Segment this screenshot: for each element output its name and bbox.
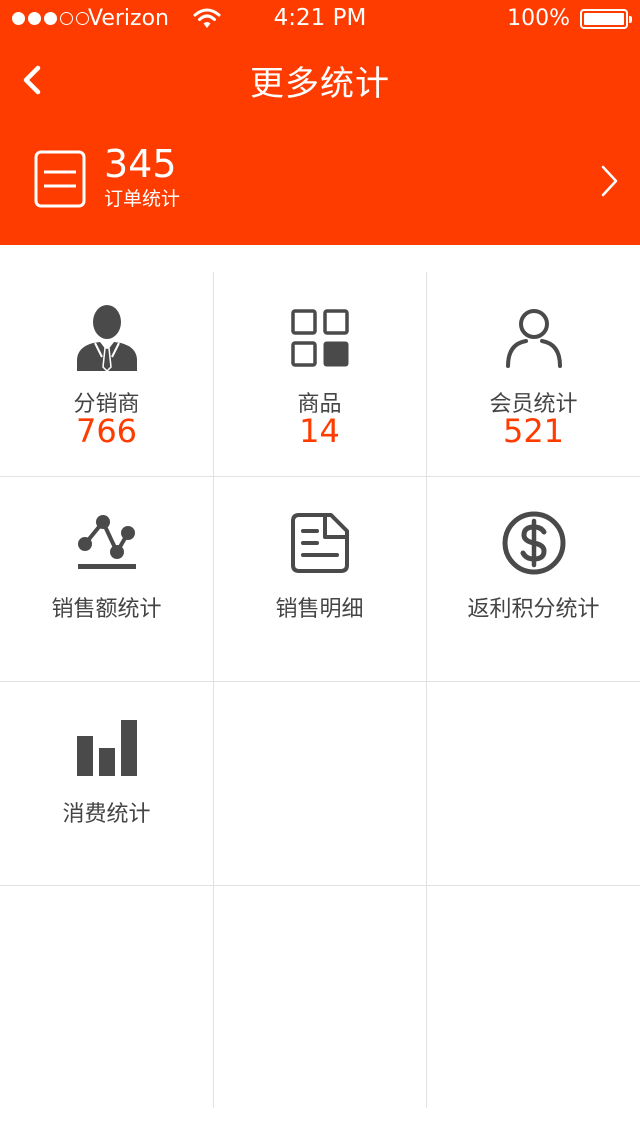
order-label: 订单统计 <box>104 188 181 210</box>
clipboard-icon <box>34 148 88 212</box>
grid-item-count: 766 <box>75 412 138 450</box>
products-grid-icon <box>213 304 426 372</box>
grid-item-members[interactable]: 会员统计 521 <box>427 272 640 476</box>
sales-detail-icon <box>213 509 426 577</box>
header: Verizon 4:21 PM 100% 更多统计 345 订单统计 <box>0 0 640 245</box>
chevron-right-icon <box>600 164 620 202</box>
grid-item-label: 返利积分统计 <box>467 597 600 622</box>
grid-item-count: 521 <box>502 412 565 450</box>
page-title: 更多统计 <box>250 64 390 104</box>
member-icon <box>427 304 640 372</box>
battery-percentage: 100% <box>507 6 570 31</box>
grid-item-consumption[interactable]: 消费统计 <box>0 682 213 886</box>
grid-item-count: 14 <box>299 412 340 450</box>
grid-item-label: 销售额统计 <box>51 597 162 622</box>
grid-item-rebate-points[interactable]: 返利积分统计 <box>427 477 640 681</box>
distributor-icon <box>0 304 213 372</box>
dollar-coin-icon <box>427 509 640 577</box>
bar-chart-icon <box>0 714 213 782</box>
stats-grid: 分销商 766 商品 14 会员统计 521 销售额统计 销售明细 返利积分统计… <box>0 272 640 1108</box>
sales-chart-icon <box>0 509 213 577</box>
grid-item-sales-stats[interactable]: 销售额统计 <box>0 477 213 681</box>
grid-item-sales-detail[interactable]: 销售明细 <box>213 477 426 681</box>
grid-item-label: 销售明细 <box>275 597 364 622</box>
order-summary-row[interactable]: 345 订单统计 <box>0 130 640 230</box>
grid-item-products[interactable]: 商品 14 <box>213 272 426 476</box>
order-count: 345 <box>104 142 177 186</box>
grid-item-label: 消费统计 <box>62 802 151 827</box>
battery-icon <box>580 9 632 29</box>
grid-item-distributors[interactable]: 分销商 766 <box>0 272 213 476</box>
status-bar: Verizon 4:21 PM 100% <box>0 0 640 40</box>
